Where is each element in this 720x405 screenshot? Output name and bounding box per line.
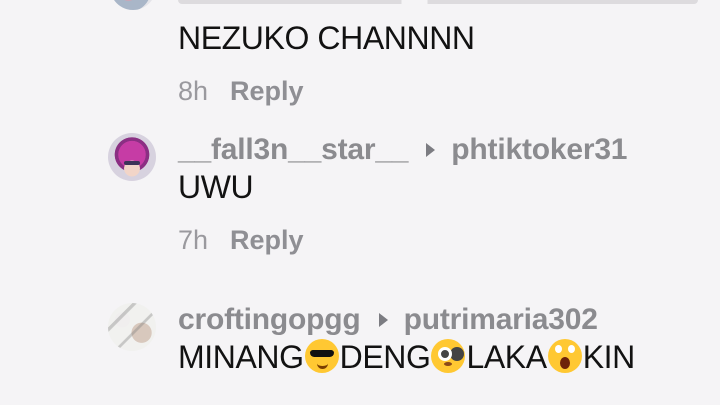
comment-text-block: __fall3n__star__ phtiktoker31 UWU 7h Rep… xyxy=(178,133,627,257)
reply-button[interactable]: Reply xyxy=(230,76,304,107)
user-avatar[interactable] xyxy=(108,133,156,181)
caret-right-icon xyxy=(378,313,388,327)
comment-text-block: croftingopgg putrimaria302 MINANG DENG LAK… xyxy=(178,303,635,377)
screaming-emoji-icon xyxy=(547,339,582,373)
username-link[interactable]: croftingopgg xyxy=(178,303,361,337)
flushed-emoji-icon xyxy=(431,339,466,373)
caret-right-icon xyxy=(426,143,436,157)
user-avatar[interactable] xyxy=(108,303,156,351)
cutoff-avatar[interactable] xyxy=(110,0,156,10)
comment-time: 7h xyxy=(178,224,209,255)
comment-message: MINANG DENG LAKA KIN xyxy=(178,337,635,377)
reply-button[interactable]: Reply xyxy=(230,225,304,256)
message-part: LAKA xyxy=(466,339,547,375)
username-link[interactable]: __fall3n__star__ xyxy=(178,133,408,167)
message-part: DENG xyxy=(339,339,431,375)
comment-time: 8h xyxy=(178,75,209,106)
comment-meta-row: 8h Reply xyxy=(178,74,475,108)
cutoff-username-row xyxy=(178,0,698,4)
reply-to-username[interactable]: putrimaria302 xyxy=(404,303,598,337)
comment-message: UWU xyxy=(178,169,254,205)
comment-message: NEZUKO CHANNNN xyxy=(178,20,475,56)
comment-username-row: __fall3n__star__ phtiktoker31 xyxy=(178,133,627,167)
comment-username-row: croftingopgg putrimaria302 xyxy=(178,303,635,337)
message-part: MINANG xyxy=(178,339,304,375)
sunglasses-emoji-icon xyxy=(304,339,339,373)
comment-meta-row: 7h Reply xyxy=(178,223,627,257)
message-part: KIN xyxy=(582,339,636,375)
comments-thread-screen: NEZUKO CHANNNN 8h Reply __fall3n__star__… xyxy=(0,0,720,405)
comment-text-block: NEZUKO CHANNNN 8h Reply xyxy=(178,18,475,108)
reply-to-username[interactable]: phtiktoker31 xyxy=(451,133,627,167)
